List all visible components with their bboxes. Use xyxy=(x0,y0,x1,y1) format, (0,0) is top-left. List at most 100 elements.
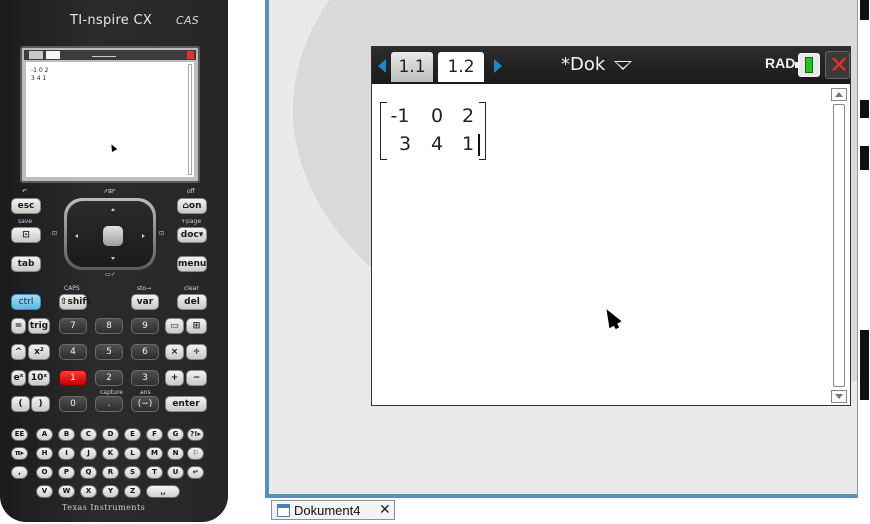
equals-key[interactable]: = xyxy=(11,318,26,334)
alpha-key[interactable]: Q xyxy=(80,466,97,479)
touchpad[interactable] xyxy=(64,198,156,270)
alpha-key[interactable]: X xyxy=(80,485,97,498)
alpha-key[interactable]: ␣ xyxy=(146,485,180,498)
text-caret xyxy=(478,134,480,156)
multiply-key[interactable]: × xyxy=(165,344,184,360)
alpha-key[interactable]: ⚐ xyxy=(187,447,204,460)
exp-key[interactable]: eˣ xyxy=(11,370,26,386)
alpha-key[interactable]: F xyxy=(146,428,163,441)
scrollbar-track[interactable] xyxy=(833,104,845,387)
alpha-key[interactable]: I xyxy=(58,447,75,460)
edge-segment xyxy=(860,146,869,170)
scroll-up-button[interactable] xyxy=(831,88,847,101)
left-paren-key[interactable]: ( xyxy=(11,396,30,412)
digit-8-key[interactable]: 8 xyxy=(95,318,123,334)
next-page-icon[interactable] xyxy=(494,59,502,73)
alpha-key[interactable]: T xyxy=(146,466,163,479)
brand-label: TI-nspire CX xyxy=(70,13,153,28)
tab-page-1-1[interactable]: 1.1 xyxy=(391,52,433,82)
divide-key[interactable]: ÷ xyxy=(186,344,207,360)
scratchpad-key[interactable]: ⊡ xyxy=(11,227,41,243)
power-key[interactable]: ^ xyxy=(11,344,26,360)
alpha-key[interactable]: S xyxy=(124,466,141,479)
fraction-key[interactable]: ▭ xyxy=(165,318,184,334)
device-screen[interactable]: -1 0 2 3 4 1 xyxy=(20,46,200,183)
vertical-scrollbar[interactable] xyxy=(831,88,847,403)
alpha-key[interactable]: ?!▸ xyxy=(187,428,204,441)
alpha-key[interactable]: J xyxy=(80,447,97,460)
plus-key[interactable]: + xyxy=(165,370,184,386)
alpha-key[interactable]: M xyxy=(146,447,163,460)
previous-page-icon[interactable] xyxy=(378,59,386,73)
alpha-key[interactable]: O xyxy=(36,466,53,479)
menu-key[interactable]: menu xyxy=(177,256,207,272)
alpha-key[interactable]: B xyxy=(58,428,75,441)
alpha-key[interactable]: C xyxy=(80,428,97,441)
touchpad-click-button[interactable] xyxy=(103,226,123,246)
alpha-key[interactable]: EE xyxy=(11,428,28,441)
alpha-key[interactable]: π▸ xyxy=(11,447,28,460)
tab-page-1-2[interactable]: 1.2 xyxy=(438,52,484,82)
alpha-key[interactable]: A xyxy=(36,428,53,441)
clear-label: clear xyxy=(184,285,199,292)
mini-titlebar xyxy=(24,50,196,60)
catalog-key[interactable]: ⊞ xyxy=(186,318,207,334)
mini-scrollbar xyxy=(188,64,192,175)
digit-6-key[interactable]: 6 xyxy=(131,344,159,360)
scroll-down-button[interactable] xyxy=(831,390,847,403)
document-tab[interactable]: Dokument4 ✕ xyxy=(271,500,395,520)
alpha-key[interactable]: K xyxy=(102,447,119,460)
doc-key[interactable]: doc▾ xyxy=(177,227,207,243)
digit-9-key[interactable]: 9 xyxy=(131,318,159,334)
del-key[interactable]: del xyxy=(177,294,207,310)
var-key[interactable]: var xyxy=(131,294,159,310)
alpha-key[interactable]: , xyxy=(11,466,28,479)
right-edge-strip xyxy=(857,0,870,498)
alpha-key[interactable]: Y xyxy=(102,485,119,498)
alpha-key[interactable]: U xyxy=(167,466,184,479)
ten-power-key[interactable]: 10ˣ xyxy=(28,370,50,386)
close-document-button[interactable]: ✕ xyxy=(825,51,850,79)
right-paren-key[interactable]: ) xyxy=(31,396,50,412)
touchpad-surface[interactable] xyxy=(67,201,153,267)
digit-0-key[interactable]: 0 xyxy=(59,396,87,412)
document-icon xyxy=(277,504,290,517)
alpha-key[interactable]: N xyxy=(167,447,184,460)
touchpad-top-label: ↗⊞ᵉ xyxy=(103,188,116,195)
trig-key[interactable]: trig xyxy=(28,318,50,334)
alpha-key[interactable]: H xyxy=(36,447,53,460)
alpha-key[interactable]: V xyxy=(36,485,53,498)
alpha-key[interactable]: D xyxy=(102,428,119,441)
digit-4-key[interactable]: 4 xyxy=(59,344,87,360)
tab-key[interactable]: tab xyxy=(11,256,41,272)
alpha-key[interactable]: P xyxy=(58,466,75,479)
negative-key[interactable]: (−) xyxy=(131,396,159,412)
enter-key[interactable]: enter xyxy=(165,396,207,412)
battery-level xyxy=(805,57,813,73)
alpha-key[interactable]: ↵ xyxy=(187,466,204,479)
decimal-key[interactable]: . xyxy=(95,396,123,412)
minus-key[interactable]: − xyxy=(186,370,207,386)
digit-3-key[interactable]: 3 xyxy=(131,370,159,386)
shift-key[interactable]: ⇧shift xyxy=(59,294,91,310)
digit-1-key[interactable]: 1 xyxy=(59,370,87,386)
alpha-key[interactable]: G xyxy=(167,428,184,441)
digit-2-key[interactable]: 2 xyxy=(95,370,123,386)
esc-key[interactable]: esc xyxy=(11,198,41,214)
alpha-key[interactable]: E xyxy=(124,428,141,441)
square-key[interactable]: x² xyxy=(28,344,50,360)
digit-5-key[interactable]: 5 xyxy=(95,344,123,360)
matrix-expression[interactable]: -1 0 2 3 4 1 xyxy=(380,102,486,162)
calculator-content[interactable]: -1 0 2 3 4 1 xyxy=(372,84,850,405)
digit-7-key[interactable]: 7 xyxy=(59,318,87,334)
ctrl-key[interactable]: ctrl xyxy=(11,294,41,310)
alpha-key[interactable]: W xyxy=(58,485,75,498)
alpha-key[interactable]: L xyxy=(124,447,141,460)
alpha-key[interactable]: Z xyxy=(124,485,141,498)
document-title-dropdown[interactable]: *Dok xyxy=(561,54,633,75)
close-tab-button[interactable]: ✕ xyxy=(379,502,391,518)
alpha-key[interactable]: R xyxy=(102,466,119,479)
mini-content: -1 0 2 3 4 1 xyxy=(26,62,194,177)
document-taskbar: Dokument4 ✕ xyxy=(265,498,870,524)
home-on-key[interactable]: ⌂on xyxy=(177,198,207,214)
